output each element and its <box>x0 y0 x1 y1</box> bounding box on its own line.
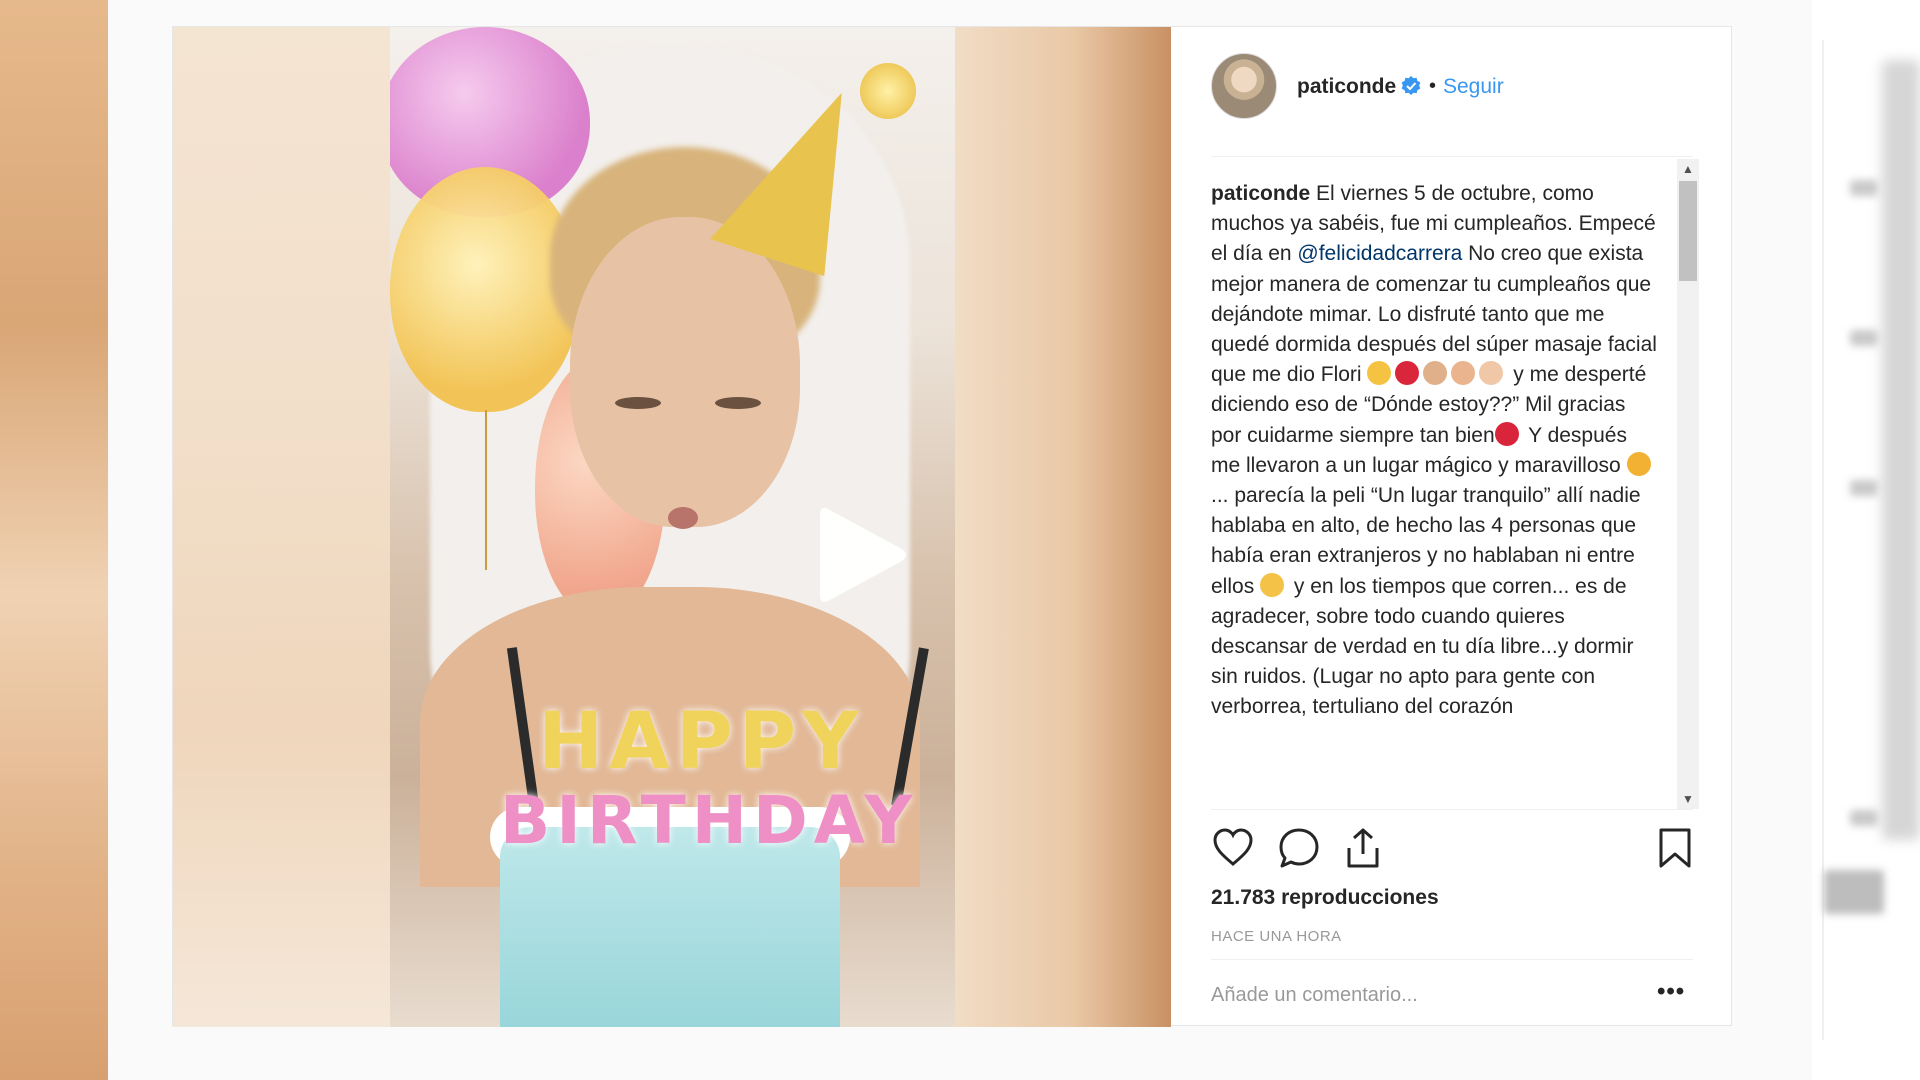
video-person-mouth <box>668 507 698 529</box>
birthday-candles-text: BIRTHDAY <box>500 782 919 859</box>
media-blur-left <box>173 27 390 1027</box>
emoji-icon <box>1494 421 1519 446</box>
follow-button[interactable]: Seguir <box>1443 75 1504 99</box>
post-sidebar: paticonde • Seguir paticonde El viernes … <box>1171 27 1732 1027</box>
more-options-button[interactable]: ••• <box>1657 978 1685 1006</box>
play-icon[interactable] <box>798 495 918 615</box>
post-actions: 21.783 reproducciones HACE UNA HORA <box>1211 809 1693 959</box>
emoji-icon <box>1451 361 1476 386</box>
scroll-up-arrow-icon[interactable]: ▲ <box>1677 159 1699 179</box>
emoji-icon <box>1367 361 1392 386</box>
post-modal: HAPPY BIRTHDAY paticonde • Seguir patico… <box>172 26 1732 1027</box>
verified-badge-icon <box>1401 76 1421 95</box>
scroll-down-arrow-icon[interactable]: ▼ <box>1677 789 1699 809</box>
mention-link[interactable]: @felicidadcarrera <box>1297 242 1462 265</box>
emoji-icon <box>1479 361 1504 386</box>
comment-bubble-icon[interactable] <box>1277 826 1321 870</box>
follow-separator: • <box>1429 75 1437 97</box>
background-blur-shape <box>1850 330 1878 346</box>
blurred-background-right <box>1812 0 1920 1080</box>
emoji-icon <box>1423 361 1448 386</box>
background-blur-shape <box>1850 180 1878 196</box>
avatar[interactable] <box>1211 53 1277 119</box>
view-count[interactable]: 21.783 reproducciones <box>1211 886 1439 910</box>
happy-candles-text: HAPPY <box>538 697 865 787</box>
emoji-icon <box>1626 451 1651 476</box>
emoji-icon <box>1395 361 1420 386</box>
scrollbar-thumb[interactable] <box>1679 181 1697 281</box>
bookmark-icon[interactable] <box>1653 826 1697 870</box>
heart-icon[interactable] <box>1211 826 1255 870</box>
caption-scroll-area[interactable]: paticonde El viernes 5 de octubre, como … <box>1211 179 1693 807</box>
background-blur-shape <box>1824 870 1884 914</box>
emoji-icon <box>1260 572 1285 597</box>
background-scrollbar <box>1882 60 1920 840</box>
balloon-string <box>485 410 487 570</box>
background-blur-shape <box>1850 480 1878 496</box>
media-blur-right <box>955 27 1171 1027</box>
share-icon[interactable] <box>1341 826 1385 870</box>
view-count-number: 21.783 <box>1211 886 1276 909</box>
video-person-eye <box>715 397 761 409</box>
caption-scrollbar[interactable]: ▲ ▼ <box>1677 159 1699 809</box>
background-blur-shape <box>1850 810 1878 826</box>
view-count-label: reproducciones <box>1281 886 1439 909</box>
comment-bar: ••• <box>1211 959 1693 1027</box>
post-timestamp[interactable]: HACE UNA HORA <box>1211 928 1342 945</box>
video-person-face <box>570 217 800 527</box>
post-caption: paticonde El viernes 5 de octubre, como … <box>1211 179 1661 723</box>
post-header: paticonde • Seguir <box>1211 53 1693 157</box>
party-hat-pompom <box>860 63 916 119</box>
username-link[interactable]: paticonde <box>1297 75 1396 99</box>
blurred-background-left <box>0 0 108 1080</box>
video-person-eye <box>615 397 661 409</box>
post-media: HAPPY BIRTHDAY <box>173 27 1171 1027</box>
comment-input[interactable] <box>1211 980 1631 1010</box>
caption-username-link[interactable]: paticonde <box>1211 182 1310 205</box>
